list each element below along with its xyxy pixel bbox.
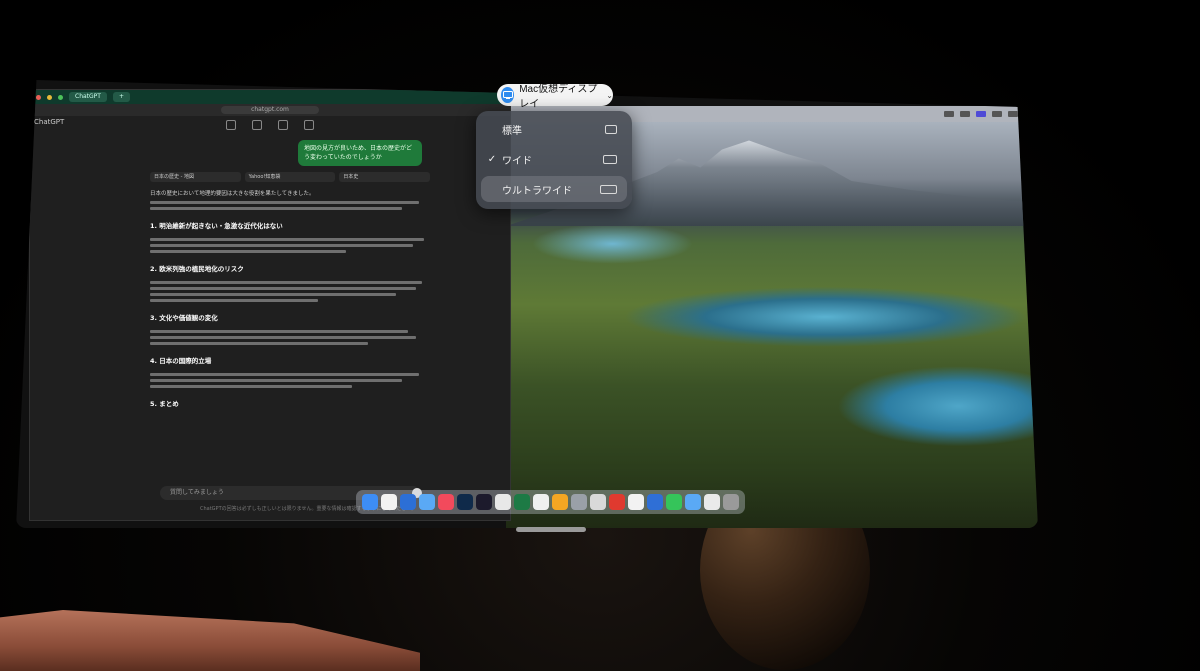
menu-extra-icon[interactable] bbox=[944, 111, 954, 117]
new-tab-button[interactable]: + bbox=[112, 92, 130, 102]
minimize-window-icon[interactable] bbox=[47, 94, 52, 100]
source-chip[interactable]: Yahoo!知恵袋 bbox=[244, 172, 336, 182]
assistant-paragraph bbox=[150, 330, 430, 345]
pages-icon[interactable] bbox=[552, 494, 568, 510]
messages-icon[interactable] bbox=[666, 494, 682, 510]
finder-icon[interactable] bbox=[362, 494, 378, 510]
address-bar[interactable]: chatgpt.com bbox=[30, 104, 510, 116]
menu-item-label: 標準 bbox=[502, 125, 522, 137]
chat-app-toolbar bbox=[30, 116, 510, 134]
source-chips: 日本の歴史 - 地図 Yahoo!知恵袋 日本史 bbox=[150, 172, 431, 182]
section-heading: 4. 日本の国際的立場 bbox=[150, 357, 212, 365]
menu-item-label: ウルトラワイド bbox=[502, 185, 572, 197]
assistant-paragraph: 日本の歴史において地理的要因は大きな役割を果たしてきました。 bbox=[150, 190, 430, 210]
explore-icon[interactable] bbox=[252, 120, 262, 130]
maximize-window-icon[interactable] bbox=[58, 94, 63, 100]
mail-icon[interactable] bbox=[419, 494, 435, 510]
textedit-icon[interactable] bbox=[533, 494, 549, 510]
document-icon[interactable] bbox=[704, 494, 720, 510]
menu-extra-icon[interactable] bbox=[992, 111, 1002, 117]
display-selector-button[interactable]: Mac仮想ディスプレイ ⌄ bbox=[497, 84, 613, 110]
close-window-icon[interactable] bbox=[36, 94, 41, 100]
app-name[interactable]: ChatGPT bbox=[34, 118, 64, 126]
section-heading: 5. まとめ bbox=[150, 400, 179, 408]
assistant-intro: 日本の歴史において地理的要因は大きな役割を果たしてきました。 bbox=[150, 191, 315, 197]
outlook-icon[interactable] bbox=[647, 494, 663, 510]
display-size-menu: 標準 ✓ ワイド ウルトラワイド bbox=[476, 111, 632, 209]
menu-item-standard[interactable]: 標準 bbox=[481, 116, 627, 142]
menu-extra-icon[interactable] bbox=[976, 111, 986, 117]
source-chip[interactable]: 日本の歴史 - 地図 bbox=[150, 172, 241, 182]
library-icon[interactable] bbox=[278, 120, 288, 130]
assistant-paragraph bbox=[150, 281, 430, 302]
menu-item-label: ワイド bbox=[502, 155, 532, 167]
acrobat-icon[interactable] bbox=[609, 494, 625, 510]
display-icon bbox=[501, 87, 515, 103]
script-editor-icon[interactable] bbox=[628, 494, 644, 510]
standard-display-icon bbox=[605, 124, 617, 134]
wide-display-icon bbox=[603, 154, 617, 164]
chat-icon[interactable] bbox=[226, 120, 236, 130]
menu-item-wide[interactable]: ✓ ワイド bbox=[481, 146, 627, 172]
section-heading: 3. 文化や価値観の変化 bbox=[150, 314, 218, 322]
music-icon[interactable] bbox=[438, 494, 454, 510]
chevron-down-icon: ⌄ bbox=[606, 90, 613, 100]
photoshop-icon[interactable] bbox=[457, 494, 473, 510]
chat-thread: 地図の見方が良いため、日本の歴史がどう変わっていたのでしょうか 日本の歴史 - … bbox=[150, 140, 431, 408]
settings-icon[interactable] bbox=[304, 120, 314, 130]
folder-icon[interactable] bbox=[685, 494, 701, 510]
send-icon[interactable] bbox=[400, 494, 416, 510]
menu-extra-icon[interactable] bbox=[960, 111, 970, 117]
safari-icon[interactable] bbox=[590, 494, 606, 510]
assistant-paragraph bbox=[150, 238, 430, 253]
preview-icon[interactable] bbox=[571, 494, 587, 510]
menu-item-ultrawide[interactable]: ウルトラワイド bbox=[481, 176, 627, 202]
browser-tab[interactable]: ChatGPT bbox=[69, 92, 107, 102]
section-heading: 1. 明治維新が起きない・急激な近代化はない bbox=[150, 222, 283, 230]
assistant-paragraph bbox=[150, 373, 430, 388]
menu-extra-icon[interactable] bbox=[1008, 111, 1018, 117]
section-heading: 2. 欧米列強の植民地化のリスク bbox=[150, 265, 244, 273]
chrome-icon[interactable] bbox=[381, 494, 397, 510]
excel-icon[interactable] bbox=[514, 494, 530, 510]
mac-dock bbox=[356, 490, 745, 514]
trash-icon[interactable] bbox=[723, 494, 739, 510]
browser-window[interactable]: ChatGPT + chatgpt.com ChatGPT 地図の見方が良いため… bbox=[30, 90, 510, 520]
bridge-icon[interactable] bbox=[476, 494, 492, 510]
ultrawide-display-icon bbox=[600, 184, 617, 194]
notion-icon[interactable] bbox=[495, 494, 511, 510]
user-message-bubble: 地図の見方が良いため、日本の歴史がどう変わっていたのでしょうか bbox=[298, 140, 422, 166]
checkmark-icon: ✓ bbox=[487, 153, 497, 165]
url-text[interactable]: chatgpt.com bbox=[221, 106, 319, 114]
display-selector-label: Mac仮想ディスプレイ bbox=[519, 84, 598, 110]
source-chip[interactable]: 日本史 bbox=[339, 172, 431, 182]
browser-tab-strip: ChatGPT + bbox=[30, 90, 510, 104]
window-grab-bar[interactable] bbox=[516, 527, 586, 532]
